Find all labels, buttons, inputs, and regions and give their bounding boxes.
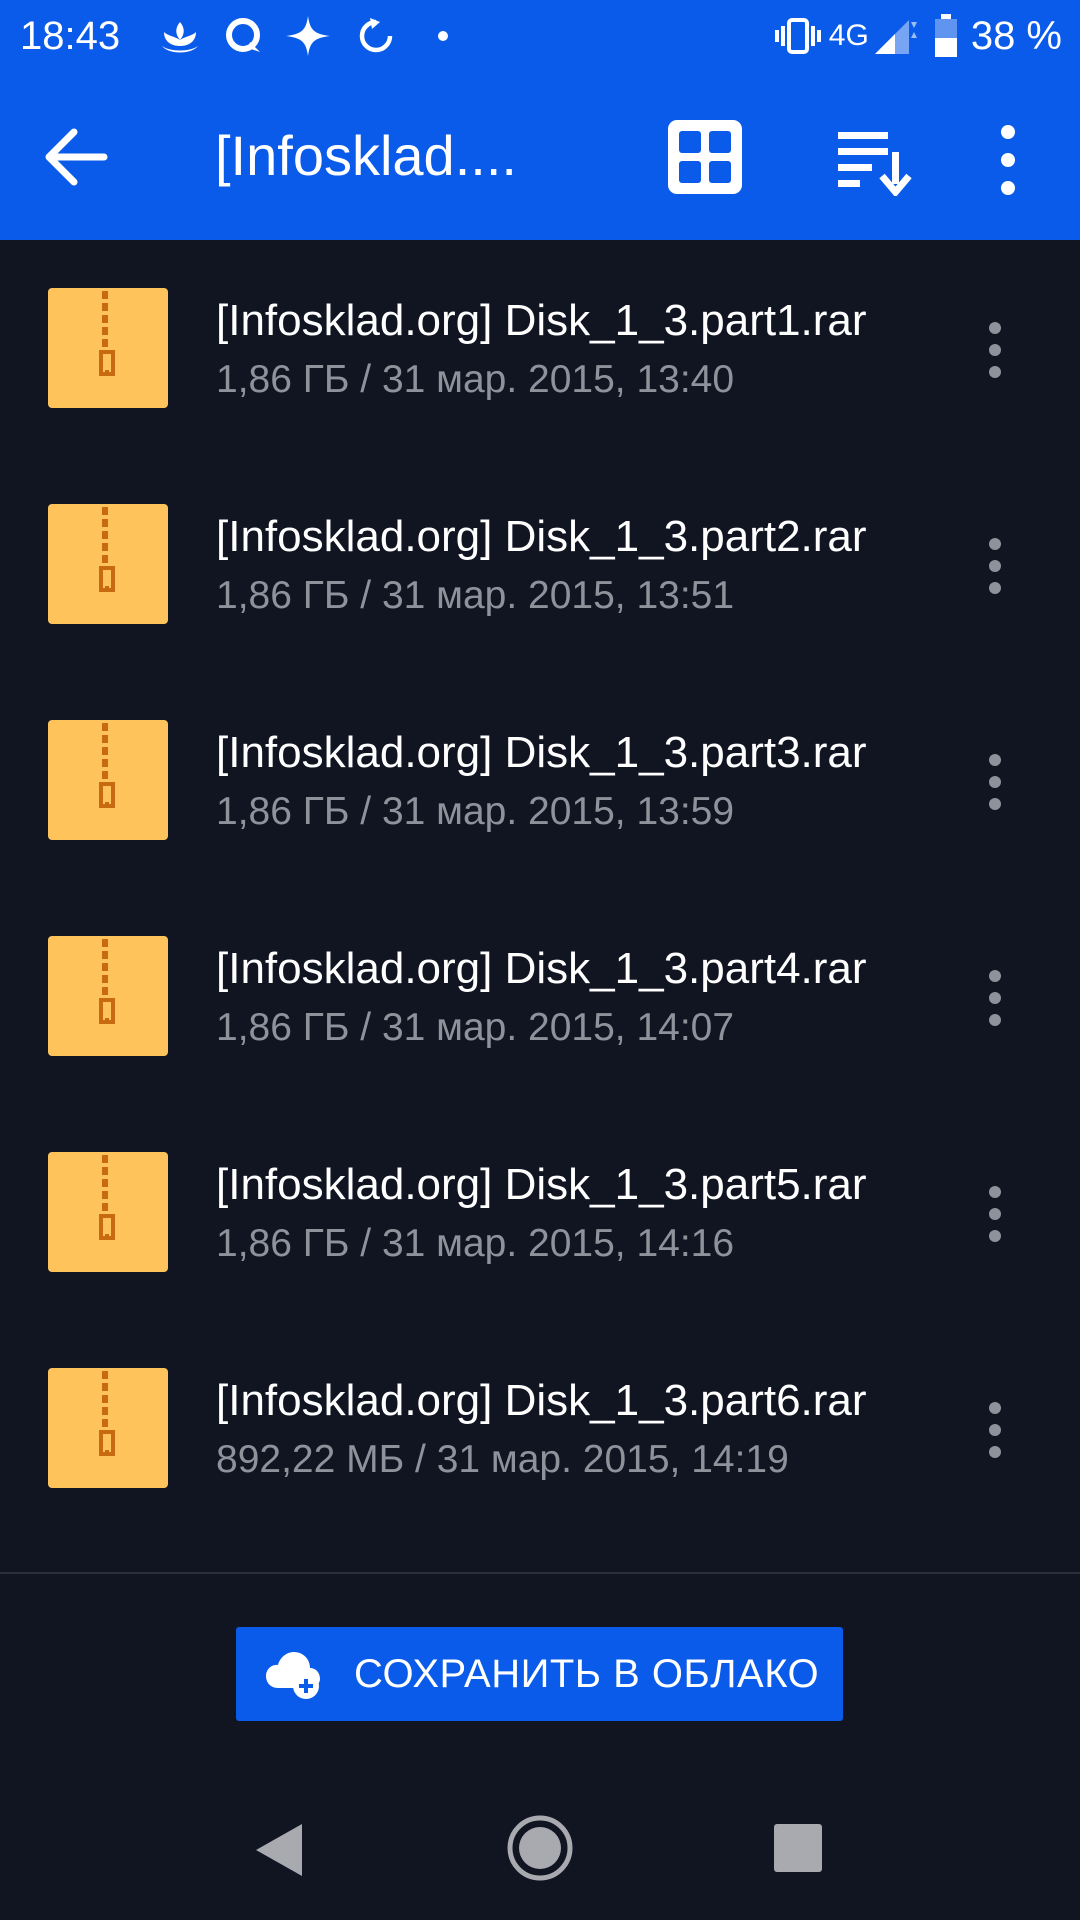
status-right: 4G 38 % <box>774 12 1062 60</box>
file-meta: 1,86 ГБ / 31 мар. 2015, 13:51 <box>216 574 735 617</box>
file-meta: 1,86 ГБ / 31 мар. 2015, 14:07 <box>216 1006 735 1049</box>
file-more-icon[interactable] <box>980 1400 1010 1460</box>
file-more-icon[interactable] <box>980 320 1010 380</box>
file-list: [Infosklad.org] Disk_1_3.part1.rar 1,86 … <box>0 240 1080 1536</box>
save-to-cloud-label: СОХРАНИТЬ В ОБЛАКО <box>354 1651 820 1696</box>
file-meta: 892,22 МБ / 31 мар. 2015, 14:19 <box>216 1438 789 1481</box>
file-name: [Infosklad.org] Disk_1_3.part1.rar <box>216 296 867 345</box>
archive-zip-icon <box>48 720 168 840</box>
battery-icon <box>934 14 957 57</box>
vibrate-icon <box>774 18 821 54</box>
sparkle-icon <box>286 16 330 56</box>
nav-home-icon[interactable] <box>506 1814 574 1882</box>
file-name: [Infosklad.org] Disk_1_3.part6.rar <box>216 1376 867 1425</box>
file-more-icon[interactable] <box>980 752 1010 812</box>
back-arrow-icon[interactable] <box>40 122 110 192</box>
signal-icon <box>874 20 917 54</box>
battery-percent: 38 % <box>970 13 1062 58</box>
app-bar: [Infosklad.... <box>0 72 1080 240</box>
file-name: [Infosklad.org] Disk_1_3.part3.rar <box>216 728 867 777</box>
page-title: [Infosklad.... <box>215 124 517 187</box>
nav-back-icon[interactable] <box>252 1822 304 1878</box>
chat-bubble-icon <box>226 18 260 52</box>
file-meta: 1,86 ГБ / 31 мар. 2015, 14:16 <box>216 1222 735 1265</box>
file-meta: 1,86 ГБ / 31 мар. 2015, 13:40 <box>216 358 735 401</box>
archive-zip-icon <box>48 288 168 408</box>
file-name: [Infosklad.org] Disk_1_3.part2.rar <box>216 512 867 561</box>
file-more-icon[interactable] <box>980 968 1010 1028</box>
file-item[interactable]: [Infosklad.org] Disk_1_3.part1.rar 1,86 … <box>0 240 1080 456</box>
file-item[interactable]: [Infosklad.org] Disk_1_3.part5.rar 1,86 … <box>0 1104 1080 1320</box>
file-item[interactable]: [Infosklad.org] Disk_1_3.part4.rar 1,86 … <box>0 888 1080 1104</box>
bottom-divider <box>0 1572 1080 1574</box>
cloud-upload-icon <box>266 1652 320 1699</box>
archive-zip-icon <box>48 1368 168 1488</box>
nav-recents-icon[interactable] <box>774 1824 822 1872</box>
lotus-icon <box>162 22 198 53</box>
sort-icon[interactable] <box>834 126 914 196</box>
more-vert-icon[interactable] <box>990 120 1026 200</box>
system-nav-bar <box>0 1770 1080 1920</box>
file-more-icon[interactable] <box>980 1184 1010 1244</box>
sync-icon <box>359 18 393 53</box>
file-more-icon[interactable] <box>980 536 1010 596</box>
file-item[interactable]: [Infosklad.org] Disk_1_3.part2.rar 1,86 … <box>0 456 1080 672</box>
status-time: 18:43 <box>20 14 121 58</box>
file-name: [Infosklad.org] Disk_1_3.part5.rar <box>216 1160 867 1209</box>
file-name: [Infosklad.org] Disk_1_3.part4.rar <box>216 944 867 993</box>
archive-zip-icon <box>48 504 168 624</box>
dot-icon <box>438 31 448 41</box>
status-bar: 18:43 4G 38 % <box>0 0 1080 72</box>
file-item[interactable]: [Infosklad.org] Disk_1_3.part6.rar 892,2… <box>0 1320 1080 1536</box>
network-type: 4G <box>828 19 869 52</box>
file-meta: 1,86 ГБ / 31 мар. 2015, 13:59 <box>216 790 735 833</box>
archive-zip-icon <box>48 936 168 1056</box>
grid-view-icon[interactable] <box>668 120 742 194</box>
archive-zip-icon <box>48 1152 168 1272</box>
save-to-cloud-button[interactable]: СОХРАНИТЬ В ОБЛАКО <box>236 1627 843 1721</box>
file-item[interactable]: [Infosklad.org] Disk_1_3.part3.rar 1,86 … <box>0 672 1080 888</box>
